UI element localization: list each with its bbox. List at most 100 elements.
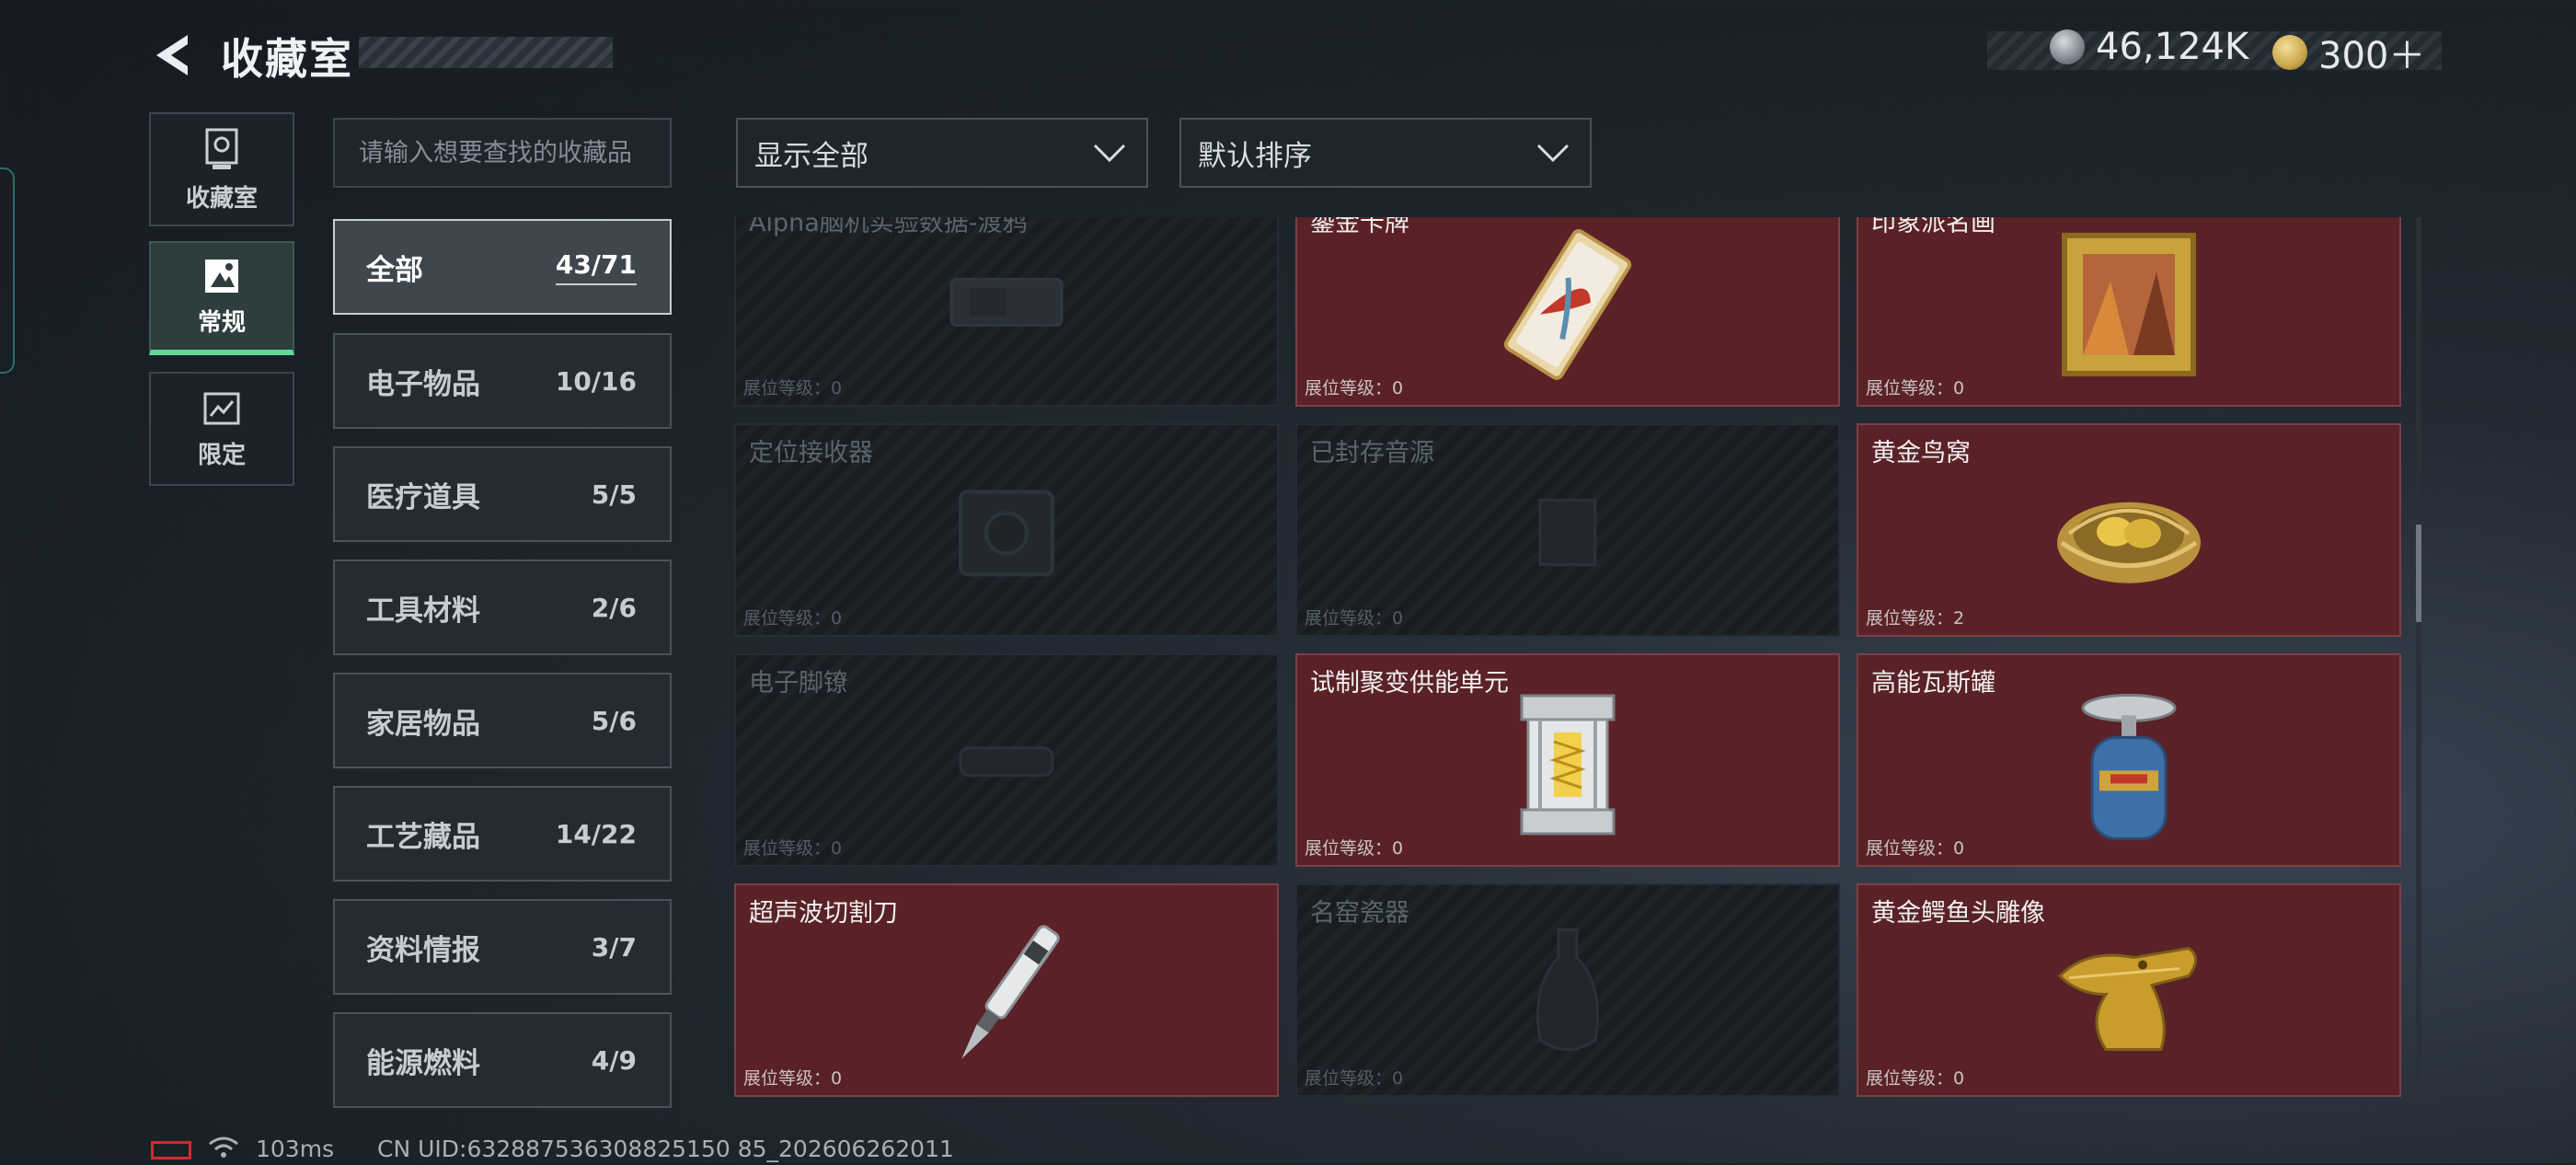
battery-icon bbox=[151, 1141, 191, 1159]
item-name: 黄金鸟窝 bbox=[1871, 439, 1971, 467]
category-household[interactable]: 家居物品 5/6 bbox=[333, 673, 672, 768]
category-count: 43/71 bbox=[555, 249, 637, 285]
category-count: 5/6 bbox=[591, 705, 637, 736]
collection-card[interactable]: 黄金鸟窝 展位等级：2 bbox=[1857, 423, 2401, 637]
category-crafts[interactable]: 工艺藏品 14/22 bbox=[333, 786, 672, 882]
sort-label: 默认排序 bbox=[1198, 139, 1312, 173]
porcelain-vase-icon bbox=[1522, 921, 1614, 1072]
display-filter-label: 显示全部 bbox=[754, 139, 868, 173]
gilded-card-icon bbox=[1499, 226, 1637, 386]
item-name: 印象派名画 bbox=[1871, 217, 1995, 237]
collection-card[interactable]: 试制聚变供能单元 展位等级：0 bbox=[1295, 653, 1840, 867]
category-count: 3/7 bbox=[591, 931, 637, 963]
ticket-icon bbox=[203, 392, 240, 424]
item-name: 鎏金卡牌 bbox=[1310, 217, 1409, 237]
item-level: 展位等级：0 bbox=[743, 378, 843, 398]
category-all[interactable]: 全部 43/71 bbox=[333, 219, 672, 315]
grid-scrollbar-thumb[interactable] bbox=[2416, 525, 2421, 622]
item-name: 定位接收器 bbox=[749, 439, 873, 467]
item-level: 展位等级：0 bbox=[1866, 378, 1965, 398]
collection-card[interactable]: 鎏金卡牌 展位等级：0 bbox=[1295, 217, 1840, 407]
gas-canister-icon bbox=[2074, 682, 2184, 851]
gold-currency[interactable]: 300＋ bbox=[2272, 26, 2425, 79]
rail-label-limited: 限定 bbox=[197, 441, 246, 469]
collection-card[interactable]: 超声波切割刀 展位等级：0 bbox=[734, 883, 1279, 1097]
silver-amount: 46,124K bbox=[2096, 26, 2249, 68]
item-name: Alpha脑机实验数据-渡鸦 bbox=[749, 217, 1028, 237]
category-electronics[interactable]: 电子物品 10/16 bbox=[333, 333, 672, 429]
category-name: 电子物品 bbox=[366, 367, 480, 401]
category-count: 4/9 bbox=[591, 1044, 637, 1076]
rail-button-collection[interactable]: 收藏室 bbox=[149, 112, 294, 226]
category-name: 医疗道具 bbox=[366, 480, 480, 514]
display-filter-dropdown[interactable]: 显示全部 bbox=[736, 118, 1148, 188]
ankle-monitor-icon bbox=[942, 721, 1071, 807]
collection-card[interactable]: 电子脚镣 展位等级：0 bbox=[734, 653, 1279, 867]
gold-amount: 300＋ bbox=[2318, 35, 2426, 77]
category-name: 能源燃料 bbox=[366, 1046, 480, 1080]
item-level: 展位等级：0 bbox=[743, 1068, 843, 1089]
category-intel[interactable]: 资料情报 3/7 bbox=[333, 899, 672, 995]
uid-readout: CN UID:632887536308825150 85_20260626201… bbox=[377, 1136, 954, 1162]
sort-dropdown[interactable]: 默认排序 bbox=[1179, 118, 1592, 188]
golden-nest-icon bbox=[2051, 469, 2207, 602]
title-decoration bbox=[359, 37, 613, 68]
category-tools[interactable]: 工具材料 2/6 bbox=[333, 559, 672, 655]
item-level: 展位等级：0 bbox=[743, 608, 843, 629]
item-name: 电子脚镣 bbox=[749, 669, 848, 698]
trophy-icon bbox=[205, 128, 238, 169]
painting-icon bbox=[205, 259, 238, 293]
gold-coin-icon bbox=[2272, 35, 2307, 70]
item-level: 展位等级：0 bbox=[1305, 838, 1404, 859]
silver-coin-icon bbox=[2050, 29, 2085, 64]
collection-card[interactable]: 黄金鳄鱼头雕像 展位等级：0 bbox=[1857, 883, 2401, 1097]
rail-label-collection: 收藏室 bbox=[185, 184, 258, 213]
category-count: 10/16 bbox=[555, 365, 637, 397]
chevron-down-icon bbox=[1093, 144, 1126, 163]
data-drive-icon bbox=[933, 252, 1080, 357]
item-level: 展位等级：0 bbox=[743, 838, 843, 859]
rail-label-regular: 常规 bbox=[197, 308, 246, 337]
category-count: 5/5 bbox=[591, 479, 637, 510]
silver-currency[interactable]: 46,124K bbox=[2050, 26, 2248, 68]
category-name: 全部 bbox=[366, 253, 423, 287]
receiver-icon bbox=[942, 473, 1071, 596]
category-name: 家居物品 bbox=[366, 707, 480, 741]
item-name: 高能瓦斯罐 bbox=[1871, 669, 1995, 698]
item-level: 展位等级：2 bbox=[1866, 608, 1965, 629]
framed-painting-icon bbox=[2055, 226, 2202, 386]
collection-card[interactable]: 高能瓦斯罐 展位等级：0 bbox=[1857, 653, 2401, 867]
category-name: 资料情报 bbox=[366, 933, 480, 967]
item-level: 展位等级：0 bbox=[1305, 608, 1404, 629]
category-name: 工艺藏品 bbox=[366, 820, 480, 854]
item-name: 试制聚变供能单元 bbox=[1310, 669, 1509, 698]
item-level: 展位等级：0 bbox=[1305, 1068, 1404, 1089]
collection-card[interactable]: 印象派名画 展位等级：0 bbox=[1857, 217, 2401, 407]
sound-source-icon bbox=[1512, 482, 1623, 587]
back-arrow-icon bbox=[156, 35, 188, 75]
rail-button-limited[interactable]: 限定 bbox=[149, 372, 294, 486]
chevron-down-icon bbox=[1536, 144, 1570, 163]
category-count: 2/6 bbox=[591, 592, 637, 623]
collection-card[interactable]: 定位接收器 展位等级：0 bbox=[734, 423, 1279, 637]
grid-scrollbar-track[interactable] bbox=[2416, 217, 2421, 1108]
category-count: 14/22 bbox=[555, 818, 637, 849]
search-input[interactable] bbox=[333, 118, 672, 188]
rail-button-regular[interactable]: 常规 bbox=[149, 241, 294, 355]
item-name: 超声波切割刀 bbox=[749, 899, 898, 928]
category-medical[interactable]: 医疗道具 5/5 bbox=[333, 446, 672, 542]
side-edge-marker bbox=[0, 167, 15, 374]
category-energy[interactable]: 能源燃料 4/9 bbox=[333, 1012, 672, 1108]
collection-card[interactable]: 已封存音源 展位等级：0 bbox=[1295, 423, 1840, 637]
item-level: 展位等级：0 bbox=[1305, 378, 1404, 398]
wifi-icon bbox=[208, 1136, 239, 1165]
fusion-cell-icon bbox=[1508, 686, 1627, 847]
item-level: 展位等级：0 bbox=[1866, 838, 1965, 859]
collection-card[interactable]: 名窑瓷器 展位等级：0 bbox=[1295, 883, 1840, 1097]
item-name: 已封存音源 bbox=[1310, 439, 1434, 467]
ultrasonic-cutter-icon bbox=[933, 917, 1080, 1077]
collection-card[interactable]: Alpha脑机实验数据-渡鸦 展位等级：0 bbox=[734, 217, 1279, 407]
golden-crocodile-icon bbox=[2051, 921, 2207, 1072]
back-button[interactable] bbox=[147, 28, 202, 83]
item-name: 名窑瓷器 bbox=[1310, 899, 1409, 928]
